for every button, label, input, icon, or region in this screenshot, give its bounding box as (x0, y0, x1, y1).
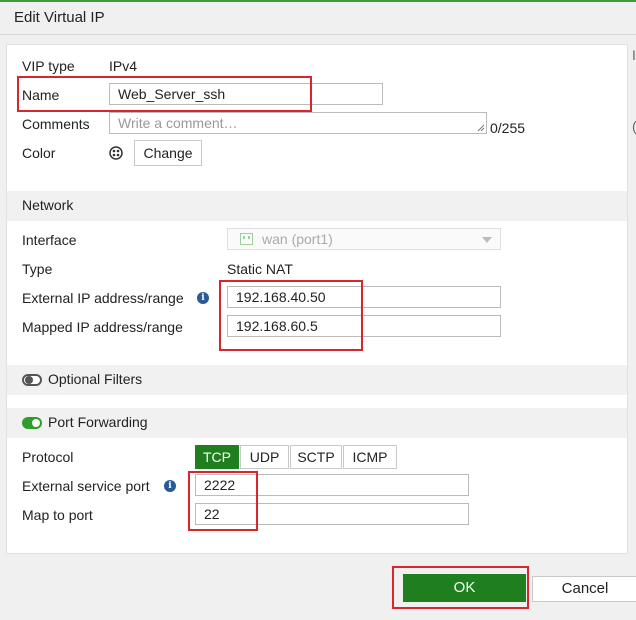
name-label: Name (22, 87, 60, 103)
vip-type-value: IPv4 (109, 58, 138, 74)
external-ip-input[interactable]: 192.168.40.50 (227, 286, 501, 308)
name-input[interactable]: Web_Server_ssh (109, 83, 383, 105)
edit-virtual-ip-form: VIP type IPv4 Name Web_Server_ssh Commen… (6, 44, 628, 554)
network-section-header: Network (7, 191, 627, 221)
ok-button[interactable]: OK (403, 574, 526, 602)
comments-placeholder: Write a comment… (118, 115, 238, 131)
info-icon[interactable]: i (164, 480, 176, 492)
resize-handle-icon[interactable] (477, 124, 485, 132)
port-forwarding-label: Port Forwarding (48, 414, 148, 430)
cancel-button[interactable]: Cancel (532, 576, 636, 602)
change-color-button[interactable]: Change (134, 140, 202, 166)
mapped-ip-label: Mapped IP address/range (22, 319, 183, 335)
info-icon[interactable]: i (197, 292, 209, 304)
port-forwarding-toggle[interactable] (22, 417, 42, 429)
comments-counter: 0/255 (490, 120, 526, 136)
toggle-knob (25, 376, 33, 384)
color-label: Color (22, 145, 56, 161)
interface-label: Interface (22, 232, 77, 248)
toggle-knob (32, 419, 40, 427)
protocol-sctp-button[interactable]: SCTP (290, 445, 342, 469)
port-forwarding-section: Port Forwarding (7, 408, 627, 438)
optional-filters-section: Optional Filters (7, 365, 627, 395)
chevron-down-icon (482, 237, 492, 243)
map-port-input[interactable]: 22 (195, 503, 469, 525)
comments-label: Comments (22, 116, 90, 132)
optional-filters-label: Optional Filters (48, 371, 143, 387)
optional-filters-toggle[interactable] (22, 374, 42, 386)
interface-select[interactable]: wan (port1) (227, 228, 501, 250)
vip-type-label: VIP type (22, 58, 75, 74)
protocol-icmp-button[interactable]: ICMP (343, 445, 397, 469)
protocol-label: Protocol (22, 449, 74, 465)
protocol-tcp-button[interactable]: TCP (195, 445, 239, 469)
dialog-header: Edit Virtual IP (0, 2, 636, 35)
external-ip-label: External IP address/range (22, 290, 184, 306)
background-fragment: ( (632, 118, 636, 134)
interface-value: wan (port1) (262, 231, 333, 247)
external-port-input[interactable]: 2222 (195, 474, 469, 496)
protocol-udp-button[interactable]: UDP (240, 445, 289, 469)
map-port-label: Map to port (22, 507, 93, 523)
type-value: Static NAT (227, 261, 293, 277)
port-icon (240, 233, 253, 245)
comments-textarea[interactable]: Write a comment… (109, 112, 487, 134)
network-section-title: Network (22, 197, 74, 213)
mapped-ip-input[interactable]: 192.168.60.5 (227, 315, 501, 337)
external-port-label: External service port (22, 478, 150, 494)
background-fragment: I (632, 47, 636, 63)
color-palette-icon (109, 146, 123, 160)
dialog-title: Edit Virtual IP (14, 9, 105, 26)
type-label: Type (22, 261, 53, 277)
